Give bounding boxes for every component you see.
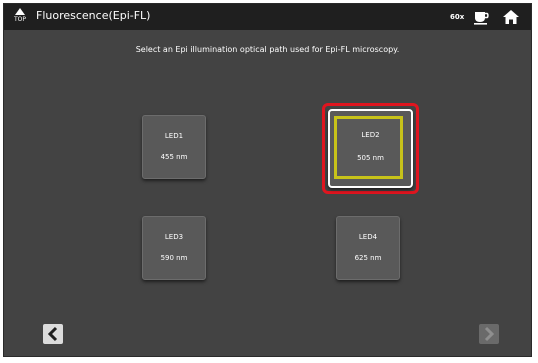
home-button[interactable] (502, 8, 520, 26)
led-name: LED3 (164, 233, 184, 241)
home-icon (503, 10, 519, 24)
led-name: LED4 (358, 233, 378, 241)
led1-button[interactable]: LED1 455 nm (142, 115, 206, 179)
coffee-cup-icon (474, 12, 489, 25)
selected-indicator (334, 116, 403, 179)
led-name: LED1 (164, 132, 184, 140)
chevron-right-icon (484, 326, 495, 342)
top-button[interactable]: TOP (10, 6, 30, 28)
chevron-left-icon (47, 326, 58, 342)
led3-button[interactable]: LED3 590 nm (142, 216, 206, 280)
title-bar: TOP Fluorescence(Epi-FL) 60x (4, 4, 531, 30)
magnification-indicator: 60x (450, 13, 465, 21)
led4-button[interactable]: LED4 625 nm (336, 216, 400, 280)
led2-button[interactable]: LED2 505 nm (328, 109, 413, 188)
coffee-cup-button[interactable] (472, 8, 490, 26)
page-title: Fluorescence(Epi-FL) (36, 9, 151, 22)
back-button[interactable] (43, 324, 63, 344)
top-arrow-icon (15, 8, 25, 15)
app-screen: TOP Fluorescence(Epi-FL) 60x Select an E… (3, 3, 532, 357)
led-wavelength: 590 nm (160, 254, 188, 262)
instruction-text: Select an Epi illumination optical path … (135, 45, 400, 54)
led-name: LED2 (361, 131, 380, 139)
led-wavelength: 455 nm (160, 153, 188, 161)
led-wavelength: 625 nm (354, 254, 382, 262)
led-wavelength: 505 nm (357, 154, 384, 162)
top-label: TOP (13, 16, 26, 23)
forward-button[interactable] (479, 324, 499, 344)
